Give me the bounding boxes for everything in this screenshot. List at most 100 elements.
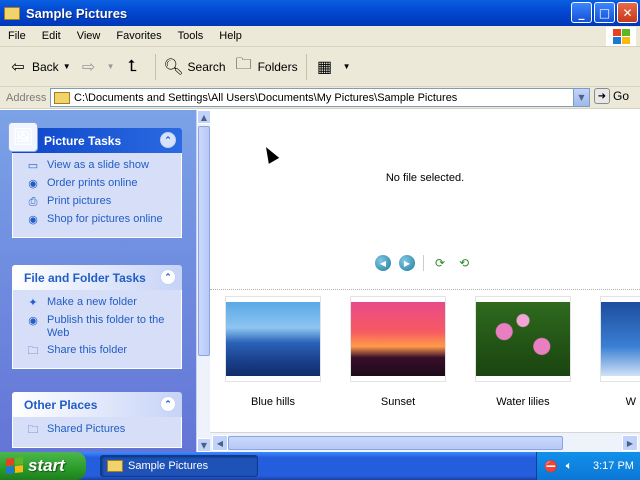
thumbnail-image bbox=[601, 302, 640, 376]
scroll-up-button[interactable]: ▲ bbox=[197, 110, 211, 124]
other-places-body: 🗀 Shared Pictures bbox=[12, 417, 182, 448]
file-folder-tasks-panel: File and Folder Tasks ⌃ ✦ Make a new fol… bbox=[12, 265, 182, 369]
scroll-thumb[interactable] bbox=[228, 436, 563, 450]
picture-tasks-panel: 🖼 Picture Tasks ⌃ ▭ View as a slide show… bbox=[8, 122, 182, 238]
network-icon[interactable]: ⛔ bbox=[543, 458, 559, 474]
task-pane-scrollbar[interactable]: ▲ ▼ bbox=[196, 110, 211, 452]
back-label: Back bbox=[32, 59, 59, 74]
system-tray: ⛔ 🔈︎ 3:17 PM bbox=[536, 452, 640, 480]
folders-button[interactable]: 🗀 Folders bbox=[234, 56, 298, 77]
chevron-down-icon[interactable]: ▼ bbox=[63, 62, 71, 71]
previous-image-button[interactable]: ◀ bbox=[375, 255, 391, 271]
thumbnail-blue-hills[interactable]: Blue hills bbox=[225, 296, 321, 408]
chevron-down-icon[interactable]: ▼ bbox=[107, 62, 115, 71]
go-label: Go bbox=[613, 89, 630, 103]
task-shop[interactable]: ◉ Shop for pictures online bbox=[25, 213, 181, 227]
chevron-down-icon[interactable]: ▼ bbox=[343, 62, 351, 71]
picture-tasks-header[interactable]: 🖼 Picture Tasks ⌃ bbox=[8, 122, 182, 153]
other-places-panel: Other Places ⌃ 🗀 Shared Pictures bbox=[12, 392, 182, 448]
thumbnail-image bbox=[476, 302, 570, 376]
folder-icon: 🗀 bbox=[27, 423, 39, 436]
folder-icon bbox=[107, 460, 123, 472]
place-label: Shared Pictures bbox=[47, 423, 126, 435]
task-new-folder[interactable]: ✦ Make a new folder bbox=[25, 296, 181, 310]
collapse-icon[interactable]: ⌃ bbox=[160, 269, 176, 285]
rotate-counterclockwise-button[interactable]: ⟲ bbox=[456, 255, 472, 271]
picture-tasks-body: ▭ View as a slide show ◉ Order prints on… bbox=[12, 153, 182, 238]
up-folder-button[interactable]: ⮤ bbox=[123, 57, 147, 77]
scroll-down-button[interactable]: ▼ bbox=[197, 438, 211, 452]
thumbnail-frame bbox=[225, 296, 321, 382]
volume-icon[interactable]: 🔈︎ bbox=[561, 458, 577, 474]
thumbnail-caption: W bbox=[625, 396, 636, 408]
scroll-thumb[interactable] bbox=[198, 126, 210, 356]
thumbnail-caption: Water lilies bbox=[496, 396, 550, 408]
place-shared-pictures[interactable]: 🗀 Shared Pictures bbox=[25, 423, 181, 437]
address-label: Address bbox=[6, 91, 47, 104]
folder-icon bbox=[4, 6, 20, 20]
collapse-icon[interactable]: ⌃ bbox=[160, 396, 176, 412]
forward-button[interactable]: ⇨ ▼ bbox=[79, 57, 115, 77]
search-button[interactable]: 🔍︎ Search bbox=[163, 57, 226, 77]
folders-icon: 🗀 bbox=[235, 56, 252, 73]
task-share-folder[interactable]: 🗀 Share this folder bbox=[25, 344, 181, 358]
task-label: Print pictures bbox=[47, 195, 112, 207]
rotate-clockwise-button[interactable]: ⟳ bbox=[432, 255, 448, 271]
horizontal-scrollbar[interactable]: ◀ ▶ bbox=[210, 432, 640, 452]
task-pane: 🖼 Picture Tasks ⌃ ▭ View as a slide show… bbox=[0, 110, 210, 452]
window-controls: _ □ ✕ bbox=[571, 2, 638, 23]
next-image-button[interactable]: ▶ bbox=[399, 255, 415, 271]
start-button[interactable]: start bbox=[0, 452, 86, 480]
thumbnail-winter[interactable]: W bbox=[600, 296, 640, 408]
task-publish-web[interactable]: ◉ Publish this folder to the Web bbox=[25, 314, 181, 340]
menu-favorites[interactable]: Favorites bbox=[108, 30, 169, 42]
up-folder-icon: ⮤ bbox=[127, 57, 138, 75]
preview-area: No file selected. ◀ ▶ ⟳ ⟲ bbox=[210, 110, 640, 290]
menu-tools[interactable]: Tools bbox=[170, 30, 212, 42]
address-input[interactable]: C:\Documents and Settings\All Users\Docu… bbox=[50, 88, 590, 107]
preview-controls: ◀ ▶ ⟳ ⟲ bbox=[375, 255, 472, 271]
collapse-icon[interactable]: ⌃ bbox=[160, 132, 176, 148]
search-label: Search bbox=[187, 59, 226, 74]
task-print[interactable]: ⎙ Print pictures bbox=[25, 195, 181, 209]
menu-help[interactable]: Help bbox=[211, 30, 250, 42]
menu-bar: File Edit View Favorites Tools Help bbox=[0, 26, 640, 47]
file-folder-tasks-header[interactable]: File and Folder Tasks ⌃ bbox=[12, 265, 182, 290]
clock[interactable]: 3:17 PM bbox=[593, 460, 634, 472]
other-places-title: Other Places bbox=[24, 397, 98, 412]
views-button[interactable]: ▦ ▼ bbox=[315, 57, 351, 77]
taskbar-item-sample-pictures[interactable]: Sample Pictures bbox=[100, 455, 258, 477]
menu-view[interactable]: View bbox=[69, 30, 109, 42]
window-title: Sample Pictures bbox=[26, 5, 128, 21]
back-button[interactable]: ⇦ Back ▼ bbox=[8, 57, 71, 77]
search-icon: 🔍︎ bbox=[163, 58, 184, 76]
taskbar-item-label: Sample Pictures bbox=[128, 460, 209, 472]
thumbnail-image bbox=[351, 302, 445, 376]
task-slideshow[interactable]: ▭ View as a slide show bbox=[25, 159, 181, 173]
scroll-right-button[interactable]: ▶ bbox=[622, 435, 638, 451]
menu-edit[interactable]: Edit bbox=[34, 30, 69, 42]
thumbnail-frame bbox=[350, 296, 446, 382]
thumbnail-image bbox=[226, 302, 320, 376]
folder-icon bbox=[54, 91, 70, 104]
folders-label: Folders bbox=[257, 59, 298, 74]
slideshow-icon: ▭ bbox=[27, 159, 39, 172]
maximize-button[interactable]: □ bbox=[594, 2, 615, 23]
address-path[interactable]: C:\Documents and Settings\All Users\Docu… bbox=[74, 92, 573, 104]
go-button[interactable]: ➜ Go bbox=[594, 88, 629, 104]
scroll-left-button[interactable]: ◀ bbox=[212, 435, 228, 451]
other-places-header[interactable]: Other Places ⌃ bbox=[12, 392, 182, 417]
address-bar: Address C:\Documents and Settings\All Us… bbox=[0, 87, 640, 109]
address-dropdown-button[interactable]: ▼ bbox=[573, 89, 589, 106]
menu-file[interactable]: File bbox=[0, 30, 34, 42]
close-button[interactable]: ✕ bbox=[617, 2, 638, 23]
thumbnail-sunset[interactable]: Sunset bbox=[350, 296, 446, 408]
title-bar[interactable]: Sample Pictures _ □ ✕ bbox=[0, 0, 640, 26]
task-label: Order prints online bbox=[47, 177, 138, 189]
task-label: Make a new folder bbox=[47, 296, 137, 308]
thumbnail-water-lilies[interactable]: Water lilies bbox=[475, 296, 571, 408]
file-folder-tasks-title: File and Folder Tasks bbox=[24, 270, 146, 285]
preview-status: No file selected. bbox=[385, 172, 465, 184]
task-order-prints[interactable]: ◉ Order prints online bbox=[25, 177, 181, 191]
minimize-button[interactable]: _ bbox=[571, 2, 592, 23]
